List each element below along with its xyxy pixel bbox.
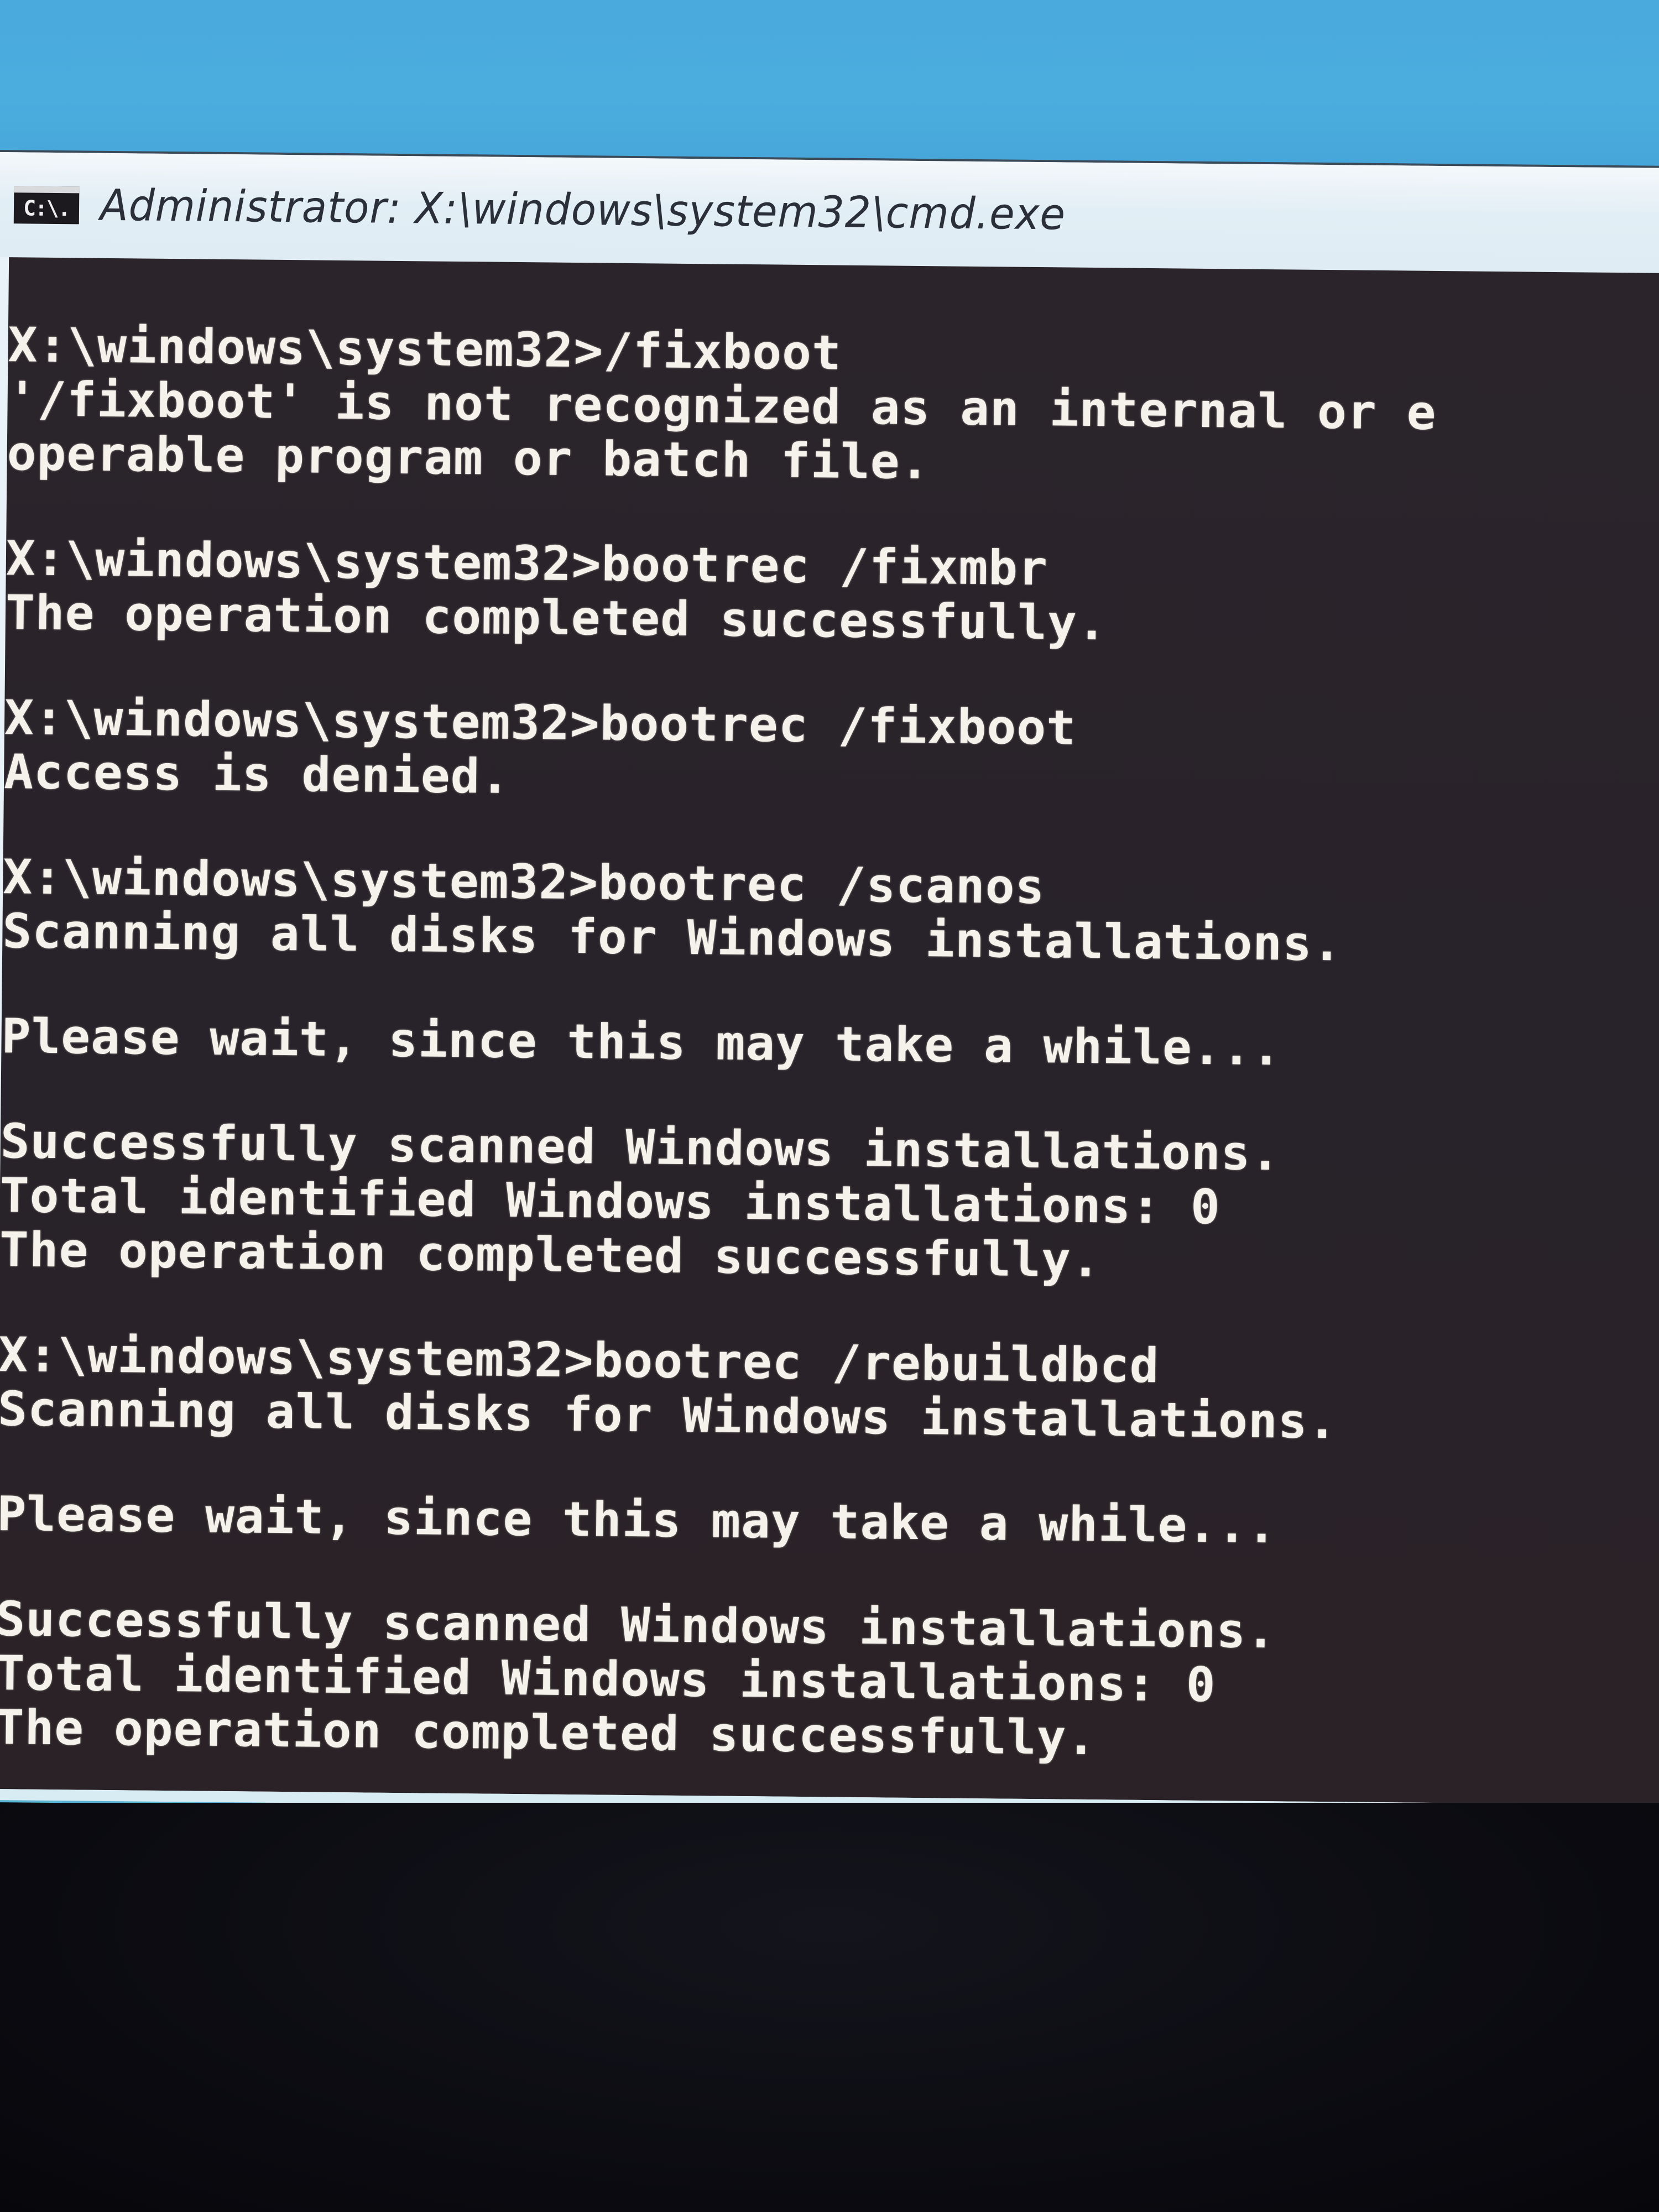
window-title: Administrator: X:\windows\system32\cmd.e… [100,180,1066,240]
console-output[interactable]: X:\windows\system32>/fixboot '/fixboot' … [0,257,1659,1806]
cmd-window[interactable]: C:\. Administrator: X:\windows\system32\… [0,152,1659,1817]
title-bar[interactable]: C:\. Administrator: X:\windows\system32\… [0,152,1659,274]
desktop-background [0,0,1659,166]
cmd-icon[interactable]: C:\. [13,186,80,225]
screen-bezel-area [0,1803,1659,2212]
